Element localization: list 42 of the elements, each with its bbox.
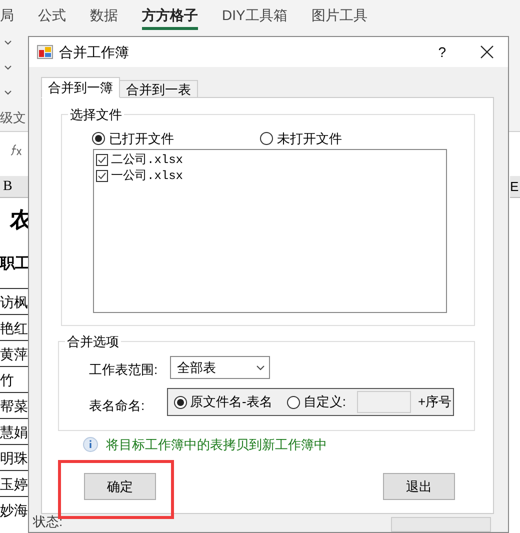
- column-header[interactable]: E: [510, 176, 520, 198]
- help-button[interactable]: ?: [438, 42, 446, 62]
- radio-label: 未打开文件: [277, 130, 342, 148]
- caret-icon: [256, 364, 265, 370]
- custom-name-field[interactable]: [356, 391, 411, 413]
- field-label: 表名命名:: [89, 397, 145, 415]
- info-icon: [83, 437, 98, 452]
- range-dropdown[interactable]: 全部表: [170, 356, 270, 379]
- tab[interactable]: 合并到一簿: [41, 77, 120, 98]
- ribbon-tab[interactable]: 数据: [90, 0, 118, 30]
- radio-button[interactable]: [287, 396, 300, 408]
- app-icon: [37, 45, 53, 59]
- ribbon-tab[interactable]: 图片工具: [311, 0, 368, 30]
- field-label: 工作表范围:: [89, 361, 158, 379]
- file-name: 二公司.xlsx: [111, 153, 184, 167]
- close-icon[interactable]: [480, 45, 494, 59]
- ribbon-tab[interactable]: 公式: [38, 0, 66, 30]
- tab[interactable]: 合并到一表: [119, 80, 198, 98]
- info-text: 将目标工作簿中的表拷贝到新工作簿中: [106, 436, 327, 454]
- checkbox[interactable]: [96, 170, 108, 182]
- radio-button[interactable]: [92, 132, 105, 146]
- ribbon-tab[interactable]: 局: [0, 0, 14, 30]
- dialog-button[interactable]: 确定: [84, 473, 156, 500]
- radio-label: 已打开文件: [109, 130, 174, 148]
- dialog-button[interactable]: 退出: [383, 473, 455, 500]
- status-label: 状态:: [33, 514, 63, 530]
- chevron-icon[interactable]: [4, 90, 12, 96]
- ribbon-group-label: 级文: [0, 109, 26, 127]
- suffix-label: +序号: [418, 393, 452, 412]
- chevron-icon[interactable]: [4, 40, 12, 46]
- radio-button[interactable]: [260, 132, 273, 146]
- file-list[interactable]: 二公司.xlsx 一公司.xlsx: [93, 149, 447, 313]
- function-icon[interactable]: [10, 144, 24, 156]
- radio-label: 自定义:: [303, 393, 346, 412]
- file-name: 一公司.xlsx: [111, 169, 184, 183]
- window-title: 合并工作簿: [59, 42, 129, 62]
- column-header[interactable]: B: [0, 176, 28, 198]
- chevron-icon[interactable]: [4, 65, 12, 71]
- radio-button[interactable]: [174, 396, 187, 408]
- checkbox[interactable]: [96, 154, 108, 166]
- ribbon-tab[interactable]: DIY工具箱: [222, 0, 288, 30]
- radio-label: 原文件名-表名: [190, 393, 272, 412]
